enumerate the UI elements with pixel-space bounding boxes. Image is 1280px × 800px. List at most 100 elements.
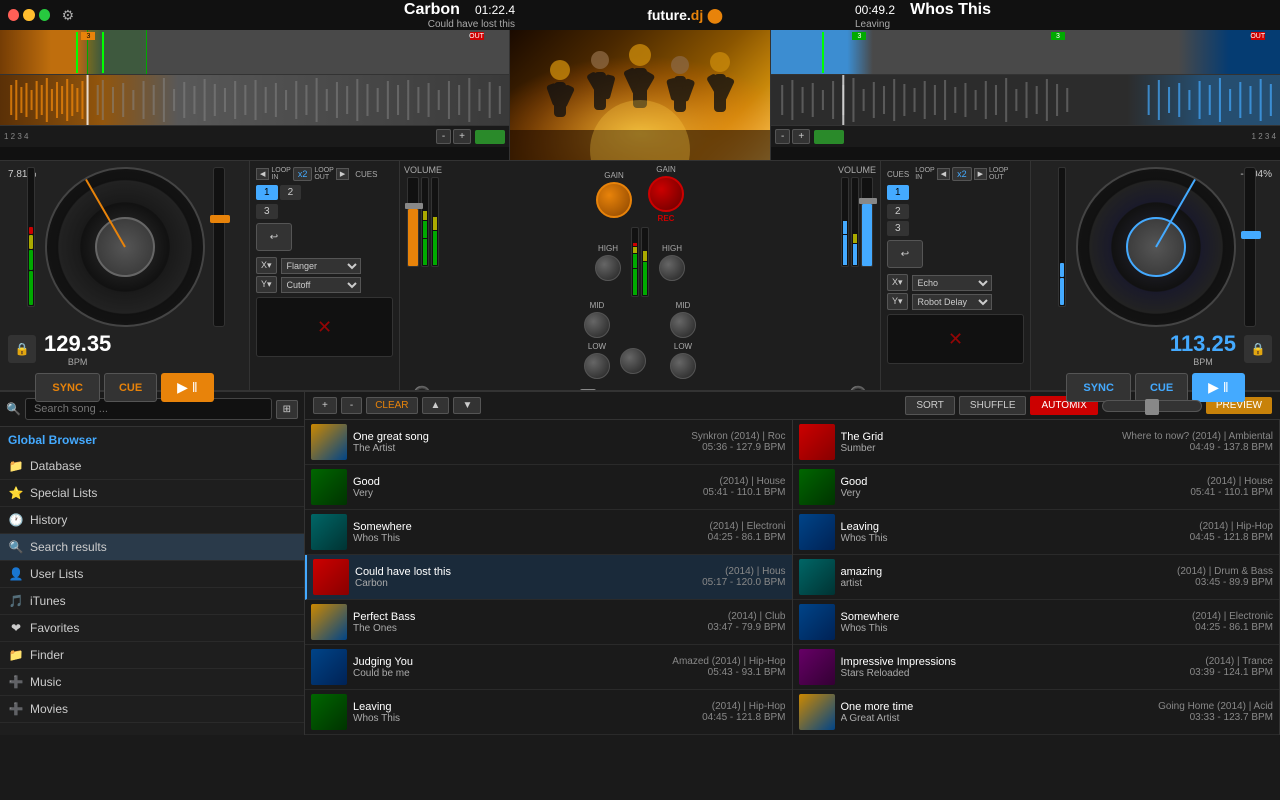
song-row[interactable]: GoodVery(2014) | House05:41 - 110.1 BPM xyxy=(305,465,792,510)
sidebar-item-music[interactable]: ➕ Music xyxy=(0,669,304,696)
sidebar-item-user-lists[interactable]: 👤 User Lists xyxy=(0,561,304,588)
clear-btn[interactable]: CLEAR xyxy=(366,397,417,414)
x2-btn-a[interactable]: x2 xyxy=(293,167,313,181)
right-volume-fader[interactable] xyxy=(861,177,873,267)
low-knob-right[interactable] xyxy=(670,353,696,379)
high-knob-left[interactable] xyxy=(595,255,621,281)
deck-a-waveform-top[interactable]: 3 OUT xyxy=(0,30,510,160)
sidebar-label-history: History xyxy=(30,513,67,527)
fx-x-a[interactable]: X▾ xyxy=(256,257,277,274)
song-artist: Whos This xyxy=(353,713,696,724)
song-row[interactable]: Judging YouCould be meAmazed (2014) | Hi… xyxy=(305,645,792,690)
minus-btn-b[interactable]: - xyxy=(775,129,790,144)
song-thumbnail xyxy=(311,469,347,505)
loop-in-left-btn-b[interactable]: ◀ xyxy=(937,168,950,180)
beat-numbers-a: 1 2 3 4 xyxy=(4,132,28,141)
song-row[interactable]: The GridSumberWhere to now? (2014) | Amb… xyxy=(793,420,1280,465)
low-knob-left[interactable] xyxy=(584,353,610,379)
plus-btn-b[interactable]: + xyxy=(792,129,810,144)
close-button[interactable] xyxy=(8,9,19,21)
headphone-right-icon[interactable]: 🎧 xyxy=(848,385,868,390)
song-row[interactable]: amazingartist(2014) | Drum & Bass03:45 -… xyxy=(793,555,1280,600)
sort-btn[interactable]: SORT xyxy=(905,396,955,415)
cue-slot-2a[interactable]: 2 xyxy=(280,185,302,200)
star-icon: ⭐ xyxy=(8,485,24,501)
song-row[interactable]: LeavingWhos This(2014) | Hip-Hop04:45 - … xyxy=(305,690,792,735)
sidebar-item-special-lists[interactable]: ⭐ Special Lists xyxy=(0,480,304,507)
plus-btn-a[interactable]: + xyxy=(453,129,471,144)
cue-big-a[interactable]: ↩ xyxy=(256,223,292,251)
deck-a-pitch-slider[interactable] xyxy=(213,167,225,327)
song-meta: (2014) | Hip-Hop04:45 - 121.8 BPM xyxy=(1190,521,1273,543)
collection-btn[interactable]: ⊞ xyxy=(276,400,298,419)
song-artist: Stars Reloaded xyxy=(841,668,1184,679)
cue-slot-3a[interactable]: 3 xyxy=(256,204,278,219)
shuffle-btn[interactable]: SHUFFLE xyxy=(959,396,1027,415)
sidebar-item-history[interactable]: 🕐 History xyxy=(0,507,304,534)
gear-icon[interactable]: ⚙ xyxy=(54,0,82,30)
minus-btn-a[interactable]: - xyxy=(436,129,451,144)
sidebar-item-finder[interactable]: 📁 Finder xyxy=(0,642,304,669)
left-volume-fader[interactable] xyxy=(407,177,419,267)
deck-b-lock[interactable]: 🔒 xyxy=(1244,335,1272,363)
deck-a-turntable[interactable] xyxy=(45,167,205,327)
x2-btn-b[interactable]: x2 xyxy=(952,167,972,181)
deck-b-turntable[interactable] xyxy=(1076,167,1236,327)
song-row[interactable]: Impressive ImpressionsStars Reloaded(201… xyxy=(793,645,1280,690)
loop-out-right-btn[interactable]: ▶ xyxy=(336,168,349,180)
fx-robot-select[interactable]: Robot Delay xyxy=(912,294,992,310)
fx-x-b[interactable]: X▾ xyxy=(887,274,908,291)
cue-slot-3b[interactable]: 3 xyxy=(887,221,909,236)
song-row[interactable]: One great songThe ArtistSynkron (2014) |… xyxy=(305,420,792,465)
deck-b-pitch-slider[interactable] xyxy=(1244,167,1256,327)
deck-b-bpm: 113.25 xyxy=(1170,331,1236,357)
minimize-button[interactable] xyxy=(23,9,34,21)
fx-y-a[interactable]: Y▾ xyxy=(256,276,277,293)
add-track-btn[interactable]: + xyxy=(313,397,337,414)
fx-echo-select[interactable]: Echo xyxy=(912,275,992,291)
automix-slider[interactable] xyxy=(1102,400,1202,412)
sidebar-item-database[interactable]: 📁 Database xyxy=(0,453,304,480)
right-gain-knob[interactable] xyxy=(648,176,684,212)
song-row[interactable]: SomewhereWhos This(2014) | Electroni04:2… xyxy=(305,510,792,555)
sidebar-item-favorites[interactable]: ❤ Favorites xyxy=(0,615,304,642)
deck-a-play[interactable]: ▶ ‖ xyxy=(161,373,213,402)
deck-a-cue[interactable]: CUE xyxy=(104,373,157,402)
deck-a-lock[interactable]: 🔒 xyxy=(8,335,36,363)
maximize-button[interactable] xyxy=(39,9,50,21)
deck-b-waveform-top[interactable]: 3 3 OUT xyxy=(770,30,1280,160)
deck-b-sync[interactable]: SYNC xyxy=(1066,373,1131,402)
move-up-btn[interactable]: ▲ xyxy=(422,397,450,414)
cue-slot-1b[interactable]: 1 xyxy=(887,185,909,200)
sidebar-item-movies[interactable]: ➕ Movies xyxy=(0,696,304,723)
high-knob-right[interactable] xyxy=(659,255,685,281)
song-meta: (2014) | Hip-Hop04:45 - 121.8 BPM xyxy=(702,701,785,723)
loop-out-right-btn-b[interactable]: ▶ xyxy=(974,168,987,180)
song-row[interactable]: SomewhereWhos This(2014) | Electronic04:… xyxy=(793,600,1280,645)
sidebar-item-itunes[interactable]: 🎵 iTunes xyxy=(0,588,304,615)
headphone-left-icon[interactable]: 🎧 xyxy=(412,385,432,390)
deck-b-play[interactable]: ▶ ‖ xyxy=(1192,373,1244,402)
remove-track-btn[interactable]: - xyxy=(341,397,362,414)
deck-a-sync[interactable]: SYNC xyxy=(35,373,100,402)
song-row[interactable]: Could have lost thisCarbon(2014) | Hous0… xyxy=(305,555,792,600)
song-row[interactable]: LeavingWhos This(2014) | Hip-Hop04:45 - … xyxy=(793,510,1280,555)
cue-slot-1a[interactable]: 1 xyxy=(256,185,278,200)
song-row[interactable]: One more timeA Great ArtistGoing Home (2… xyxy=(793,690,1280,735)
song-row[interactable]: Perfect BassThe Ones(2014) | Club03:47 -… xyxy=(305,600,792,645)
low-crossfader-knob[interactable] xyxy=(620,348,646,374)
sidebar-item-search-results[interactable]: 🔍 Search results xyxy=(0,534,304,561)
mid-knob-right[interactable] xyxy=(670,312,696,338)
loop-in-left-btn[interactable]: ◀ xyxy=(256,168,269,180)
song-thumbnail xyxy=(799,694,835,730)
song-row[interactable]: GoodVery(2014) | House05:41 - 110.1 BPM xyxy=(793,465,1280,510)
cue-slot-2b[interactable]: 2 xyxy=(887,204,909,219)
fx-flanger-select[interactable]: Flanger xyxy=(281,258,361,274)
fx-cutoff-select[interactable]: Cutoff xyxy=(281,277,361,293)
mid-knob-left[interactable] xyxy=(584,312,610,338)
fx-y-b[interactable]: Y▾ xyxy=(887,293,908,310)
cue-big-b[interactable]: ↩ xyxy=(887,240,923,268)
move-down-btn[interactable]: ▼ xyxy=(453,397,481,414)
deck-b-cue[interactable]: CUE xyxy=(1135,373,1188,402)
left-gain-knob[interactable] xyxy=(596,182,632,218)
